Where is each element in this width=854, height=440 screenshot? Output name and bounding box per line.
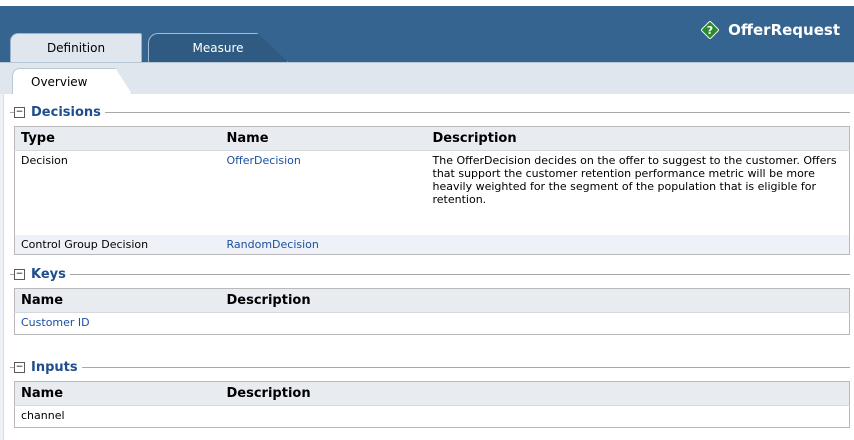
collapse-icon[interactable]: − bbox=[14, 106, 25, 118]
table-row: Decision OfferDecision The OfferDecision… bbox=[15, 151, 850, 235]
section-divider bbox=[14, 367, 850, 368]
table-header-row: Name Description bbox=[14, 288, 850, 313]
table-row: Customer ID bbox=[15, 313, 850, 335]
inputs-header: − Inputs bbox=[14, 359, 82, 375]
decision-type-cell: Control Group Decision bbox=[14, 234, 221, 254]
subtab-overview[interactable]: Overview bbox=[12, 68, 132, 94]
decision-name-link[interactable]: RandomDecision bbox=[220, 234, 427, 254]
app-title: ? OfferRequest bbox=[700, 20, 840, 40]
table-row: channel bbox=[15, 406, 850, 428]
column-header-type: Type bbox=[14, 126, 221, 151]
app-title-text: OfferRequest bbox=[728, 21, 840, 39]
tab-definition-label: Definition bbox=[46, 41, 106, 55]
section-divider bbox=[14, 274, 850, 275]
decision-type-cell: Decision bbox=[21, 154, 68, 167]
decision-name-link[interactable]: OfferDecision bbox=[221, 151, 427, 235]
table-row: Control Group Decision RandomDecision bbox=[14, 234, 850, 254]
column-header-description: Description bbox=[426, 126, 850, 151]
svg-text:?: ? bbox=[707, 24, 713, 37]
decision-description-cell bbox=[426, 234, 850, 254]
keys-title: Keys bbox=[31, 266, 66, 282]
decisions-title: Decisions bbox=[31, 104, 101, 120]
keys-table: Name Description Customer ID bbox=[14, 288, 850, 335]
tab-definition[interactable]: Definition bbox=[10, 33, 142, 62]
key-description-cell bbox=[221, 313, 850, 335]
decision-description-cell: The OfferDecision decides on the offer t… bbox=[432, 154, 837, 206]
inputs-section: − Inputs Name Description channel bbox=[10, 359, 850, 437]
column-header-description: Description bbox=[220, 288, 850, 313]
decisions-table: Type Name Description Decision OfferDeci… bbox=[14, 126, 850, 255]
input-name-cell: channel bbox=[21, 409, 65, 422]
column-header-name: Name bbox=[220, 126, 427, 151]
header: ? OfferRequest Definition Measure bbox=[0, 0, 854, 62]
column-header-name: Name bbox=[14, 381, 221, 406]
section-divider bbox=[14, 112, 850, 113]
keys-section: − Keys Name Description Customer ID bbox=[10, 266, 850, 346]
table-header-row: Name Description bbox=[14, 381, 850, 406]
inputs-table: Name Description channel bbox=[14, 381, 850, 428]
collapse-icon[interactable]: − bbox=[14, 361, 25, 373]
collapse-icon[interactable]: − bbox=[14, 268, 25, 280]
key-name-link[interactable]: Customer ID bbox=[15, 313, 221, 335]
table-header-row: Type Name Description bbox=[14, 126, 850, 151]
green-diamond-help-icon: ? bbox=[700, 20, 720, 40]
column-header-description: Description bbox=[220, 381, 850, 406]
keys-header: − Keys bbox=[14, 266, 70, 282]
decisions-header: − Decisions bbox=[14, 104, 105, 120]
column-header-name: Name bbox=[14, 288, 221, 313]
decisions-section: − Decisions Type Name Description Decisi… bbox=[10, 104, 850, 260]
inputs-title: Inputs bbox=[31, 359, 78, 375]
tab-measure-label: Measure bbox=[192, 41, 244, 55]
left-edge bbox=[0, 94, 4, 440]
subtab-overview-label: Overview bbox=[31, 74, 88, 89]
input-description-cell bbox=[221, 406, 850, 428]
